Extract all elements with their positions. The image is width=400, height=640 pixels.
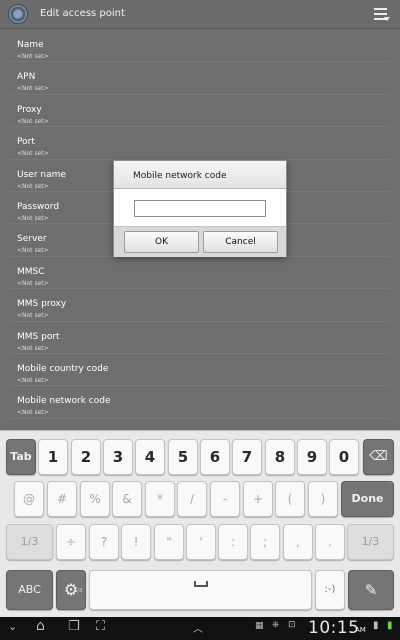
- setting-mms-port[interactable]: MMS port <Not set>: [9, 322, 391, 354]
- settings-key[interactable]: 1/3 ⚙: [56, 570, 86, 610]
- settings-key-page: 1/3: [73, 588, 82, 594]
- key-colon[interactable]: :: [218, 524, 248, 560]
- setting-label: User name: [17, 169, 66, 180]
- setting-value: <Not set>: [17, 376, 49, 384]
- key-1[interactable]: 1: [38, 439, 68, 475]
- setting-label: Mobile country code: [17, 363, 109, 374]
- key-8[interactable]: 8: [265, 439, 295, 475]
- page-1-3-key-left[interactable]: 1/3: [6, 524, 53, 560]
- battery-icon: ▮: [387, 620, 393, 631]
- clock-ampm: AM: [355, 626, 366, 634]
- setting-port[interactable]: Port <Not set>: [9, 127, 391, 160]
- handwriting-key[interactable]: ✎: [348, 570, 394, 610]
- setting-proxy[interactable]: Proxy <Not set>: [9, 95, 391, 128]
- system-bar: ⌄ ⌂ ❐ ⛶ ︿ ▦ ⎈ ⊡ 10:15 AM ▮ ▮: [0, 617, 400, 640]
- keyboard-icon: ▦: [255, 621, 264, 631]
- setting-apn[interactable]: APN <Not set>: [9, 62, 391, 95]
- expand-up-icon[interactable]: ︿: [193, 620, 203, 635]
- setting-label: APN: [17, 72, 36, 83]
- key-2[interactable]: 2: [71, 439, 101, 475]
- notification-icon: ⊡: [288, 620, 296, 630]
- clock-time: 10:15: [308, 618, 360, 638]
- ok-button[interactable]: OK: [124, 231, 199, 253]
- key-6[interactable]: 6: [200, 439, 230, 475]
- setting-label: MMS proxy: [17, 299, 67, 310]
- dialog-body: [114, 189, 286, 226]
- tab-key[interactable]: Tab: [6, 439, 36, 475]
- key-period[interactable]: .: [315, 524, 345, 560]
- key-hash[interactable]: #: [47, 481, 77, 517]
- key-exclamation[interactable]: !: [121, 524, 151, 560]
- key-minus[interactable]: -: [210, 481, 240, 517]
- dialog-buttons: OK Cancel: [114, 226, 286, 257]
- backspace-key[interactable]: ⌫: [363, 439, 394, 475]
- key-asterisk[interactable]: *: [145, 481, 175, 517]
- signal-icon: ▮: [373, 620, 379, 631]
- key-divide[interactable]: ÷: [56, 524, 86, 560]
- setting-label: Mobile network code: [17, 396, 111, 407]
- key-slash[interactable]: /: [177, 481, 207, 517]
- setting-mobile-country-code[interactable]: Mobile country code <Not set>: [9, 354, 391, 387]
- setting-label: Port: [17, 137, 35, 148]
- setting-value: <Not set>: [17, 409, 49, 417]
- page-title: Edit access point: [40, 8, 125, 19]
- hide-keyboard-icon[interactable]: ⌄: [8, 620, 17, 633]
- setting-value: <Not set>: [17, 150, 49, 158]
- setting-mobile-network-code[interactable]: Mobile network code <Not set>: [9, 386, 391, 419]
- emoticon-key[interactable]: :-): [315, 570, 345, 610]
- key-question[interactable]: ?: [89, 524, 119, 560]
- key-comma[interactable]: ,: [283, 524, 313, 560]
- app-bar: Edit access point: [0, 0, 400, 29]
- usb-icon: ⎈: [272, 620, 280, 630]
- key-open-paren[interactable]: (: [275, 481, 305, 517]
- key-percent[interactable]: %: [80, 481, 110, 517]
- key-4[interactable]: 4: [135, 439, 165, 475]
- recent-apps-icon[interactable]: ❐: [68, 619, 80, 634]
- setting-value: <Not set>: [17, 247, 49, 255]
- menu-icon[interactable]: [374, 8, 390, 22]
- setting-value: <Not set>: [17, 312, 49, 320]
- space-key[interactable]: ␣: [89, 570, 312, 610]
- setting-mms-proxy[interactable]: MMS proxy <Not set>: [9, 289, 391, 322]
- key-double-quote[interactable]: ": [154, 524, 184, 560]
- key-at[interactable]: @: [14, 481, 44, 517]
- home-icon[interactable]: ⌂: [36, 618, 45, 634]
- setting-label: MMS port: [17, 331, 60, 342]
- key-7[interactable]: 7: [232, 439, 262, 475]
- page-1-3-key-right[interactable]: 1/3: [347, 524, 394, 560]
- dialog-title: Mobile network code: [114, 161, 286, 189]
- setting-name[interactable]: Name <Not set>: [9, 30, 391, 63]
- setting-label: Proxy: [17, 104, 42, 115]
- space-bar-glyph: [193, 581, 208, 587]
- setting-label: Password: [17, 201, 60, 212]
- key-ampersand[interactable]: &: [112, 481, 142, 517]
- screenshot-icon[interactable]: ⛶: [96, 619, 105, 634]
- setting-value: <Not set>: [17, 214, 49, 222]
- setting-label: Name: [17, 40, 44, 50]
- setting-value: <Not set>: [17, 344, 49, 352]
- mobile-network-code-dialog: Mobile network code OK Cancel: [113, 160, 287, 257]
- setting-label: Server: [17, 234, 47, 245]
- key-close-paren[interactable]: ): [308, 481, 338, 517]
- cancel-button[interactable]: Cancel: [203, 231, 278, 253]
- numeric-keyboard: Tab 1 2 3 4 5 6 7 8 9 0 ⌫ @ # % & * / - …: [0, 430, 400, 617]
- setting-mmsc[interactable]: MMSC <Not set>: [9, 257, 391, 290]
- setting-value: <Not set>: [17, 85, 49, 93]
- setting-label: MMSC: [17, 266, 45, 277]
- done-key[interactable]: Done: [341, 481, 394, 517]
- key-9[interactable]: 9: [297, 439, 327, 475]
- abc-key[interactable]: ABC: [6, 570, 53, 610]
- settings-app-icon: [8, 4, 28, 24]
- setting-value: <Not set>: [17, 182, 49, 190]
- setting-value: <Not set>: [17, 53, 49, 60]
- key-3[interactable]: 3: [103, 439, 133, 475]
- key-plus[interactable]: +: [243, 481, 273, 517]
- mobile-network-code-input[interactable]: [134, 200, 266, 217]
- setting-value: <Not set>: [17, 117, 49, 125]
- key-semicolon[interactable]: ;: [250, 524, 280, 560]
- key-5[interactable]: 5: [168, 439, 198, 475]
- setting-value: <Not set>: [17, 279, 49, 287]
- key-0[interactable]: 0: [329, 439, 359, 475]
- key-single-quote[interactable]: ': [186, 524, 216, 560]
